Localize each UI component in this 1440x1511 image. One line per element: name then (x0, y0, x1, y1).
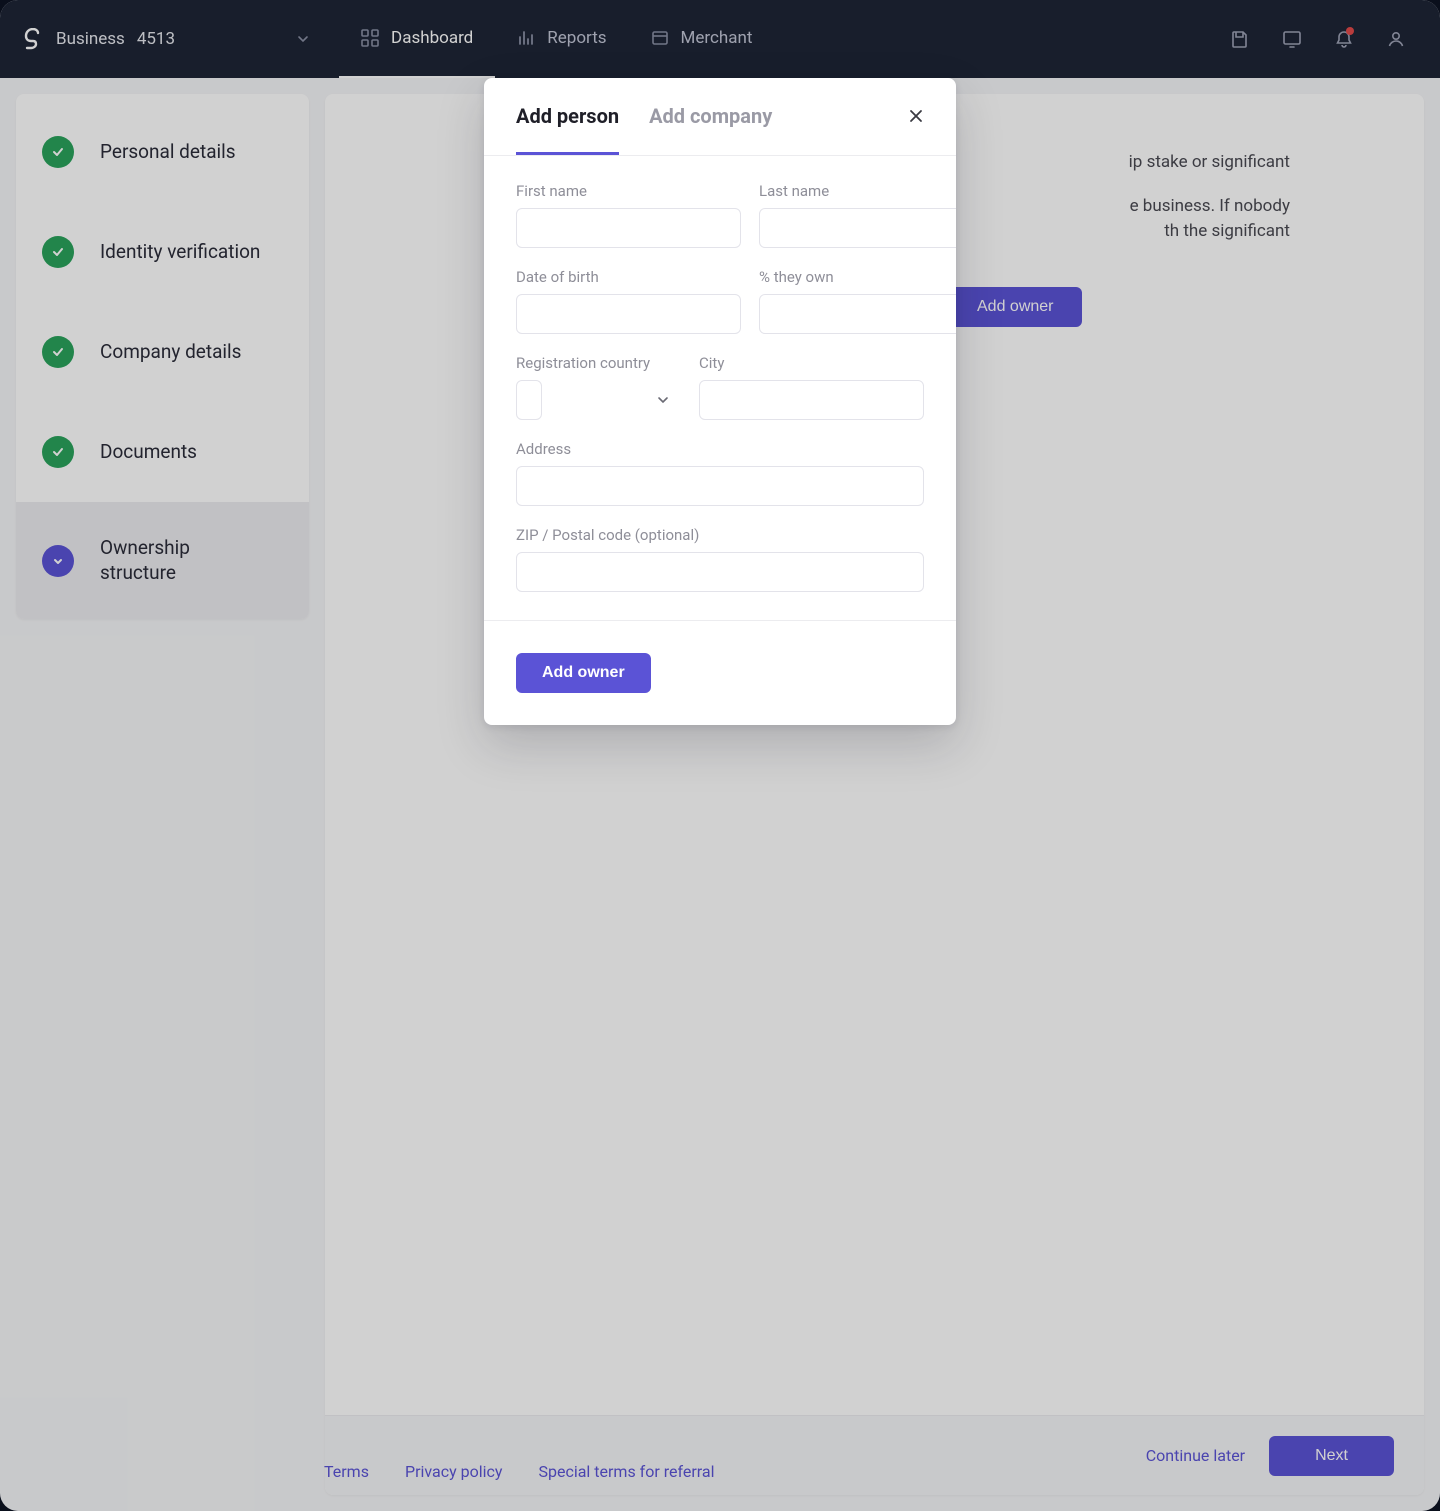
close-button[interactable] (904, 104, 928, 128)
add-owner-modal: Add person Add company First name Last n… (484, 78, 956, 725)
reg-country-select[interactable] (516, 380, 542, 420)
label-zip: ZIP / Postal code (optional) (516, 526, 924, 544)
dob-input[interactable] (516, 294, 741, 334)
field-zip: ZIP / Postal code (optional) (516, 526, 924, 592)
label-last-name: Last name (759, 182, 956, 200)
label-dob: Date of birth (516, 268, 741, 286)
add-owner-submit-button[interactable]: Add owner (516, 653, 651, 693)
field-pct-own: % they own (759, 268, 956, 334)
field-last-name: Last name (759, 182, 956, 248)
address-input[interactable] (516, 466, 924, 506)
label-address: Address (516, 440, 924, 458)
field-first-name: First name (516, 182, 741, 248)
pct-own-input[interactable] (759, 294, 956, 334)
close-icon (908, 108, 924, 124)
modal-header: Add person Add company (484, 78, 956, 155)
city-input[interactable] (699, 380, 924, 420)
field-address: Address (516, 440, 924, 506)
label-first-name: First name (516, 182, 741, 200)
zip-input[interactable] (516, 552, 924, 592)
label-city: City (699, 354, 924, 372)
label-reg-country: Registration country (516, 354, 681, 372)
first-name-input[interactable] (516, 208, 741, 248)
tab-add-company[interactable]: Add company (649, 104, 772, 155)
modal-footer: Add owner (484, 620, 956, 725)
field-dob: Date of birth (516, 268, 741, 334)
chevron-down-icon (657, 394, 669, 406)
tab-add-person[interactable]: Add person (516, 104, 619, 155)
field-city: City (699, 354, 924, 420)
field-reg-country: Registration country (516, 354, 681, 420)
modal-body: First name Last name Date of birth % the… (484, 156, 956, 620)
last-name-input[interactable] (759, 208, 956, 248)
label-pct-own: % they own (759, 268, 956, 286)
